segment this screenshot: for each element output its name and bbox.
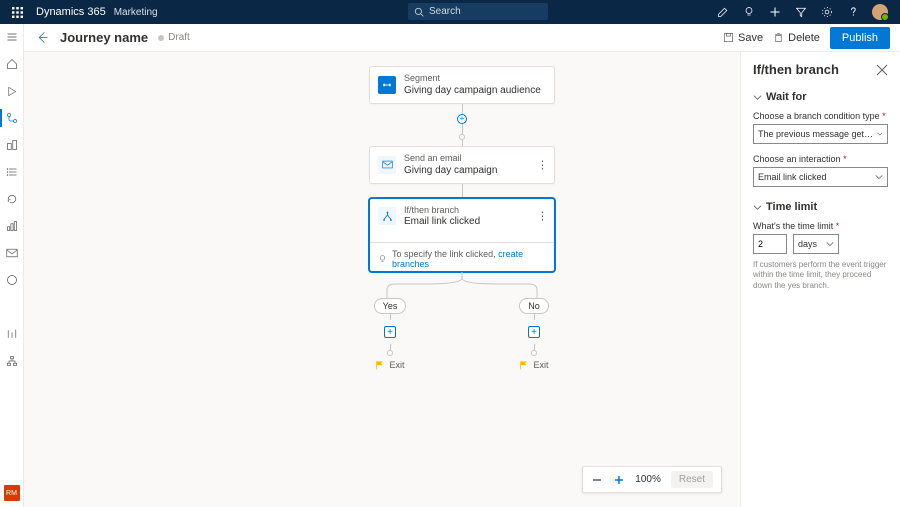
filter-icon[interactable] [794,5,808,19]
add-node-button[interactable]: + [457,114,467,124]
app-launcher-icon[interactable] [6,7,28,18]
topbar-actions [716,4,894,20]
delete-button[interactable]: Delete [773,32,820,44]
segment-icon [378,76,396,94]
node-more-icon[interactable]: ⋮ [537,158,548,171]
publish-button[interactable]: Publish [830,27,890,49]
condition-type-label: Choose a branch condition type * [753,111,888,121]
search-placeholder: Search [429,6,461,17]
refresh-icon[interactable] [5,192,19,206]
connector [462,184,463,198]
chevron-down-icon [753,93,762,102]
command-bar: Journey name Draft Save Delete Publish [24,24,900,52]
node-more-icon[interactable]: ⋮ [537,210,548,223]
node-type: If/then branch [404,205,480,216]
settings-icon[interactable] [820,5,834,19]
chevron-down-icon [877,130,883,138]
left-nav: RM [0,24,24,507]
email-icon [378,156,396,174]
node-send-email[interactable]: Send an email Giving day campaign ⋮ [369,146,555,184]
connector-dot [387,350,393,356]
analytics-icon[interactable] [5,327,19,341]
user-avatar[interactable] [872,4,888,20]
chevron-down-icon [753,203,762,212]
properties-panel: If/then branch Wait for Choose a branch … [740,52,900,507]
campaigns-icon[interactable] [5,138,19,152]
exit-node: Exit [375,360,404,370]
status-badge: Draft [158,32,190,43]
time-unit-select[interactable]: days [793,234,839,254]
branch-hint: To specify the link clicked, create bran… [370,242,554,271]
node-type: Segment [404,73,541,84]
node-type: Send an email [404,153,497,164]
global-search[interactable]: Search [408,3,548,20]
audience-icon[interactable] [5,273,19,287]
flag-icon [375,361,384,370]
spacer-icon [5,300,19,314]
lightbulb-icon[interactable] [742,5,756,19]
add-node-button[interactable]: + [384,326,396,338]
page-title: Journey name [60,30,148,45]
exit-node: Exit [519,360,548,370]
interaction-select[interactable]: Email link clicked [753,167,888,187]
flag-icon [519,361,528,370]
interaction-label: Choose an interaction * [753,154,888,164]
condition-type-select[interactable]: The previous message gets an interaction [753,124,888,144]
brand-label: Dynamics 365 [28,6,114,18]
time-value-input[interactable] [753,234,787,254]
zoom-reset-button[interactable]: Reset [671,471,713,488]
lightbulb-icon [378,254,387,264]
save-button[interactable]: Save [723,32,763,44]
no-pill[interactable]: No [519,298,549,314]
edit-icon[interactable] [716,5,730,19]
back-button[interactable] [34,30,50,46]
mail-icon[interactable] [5,246,19,260]
yes-pill[interactable]: Yes [374,298,407,314]
zoom-level: 100% [635,474,661,485]
zoom-control: 100% Reset [582,466,722,493]
branch-no: No + Exit [509,298,559,370]
add-node-button[interactable]: + [528,326,540,338]
top-bar: Dynamics 365 Marketing Search [0,0,900,24]
journeys-icon[interactable] [5,111,19,125]
chevron-down-icon [826,240,834,248]
branch-icon [378,207,396,225]
module-label: Marketing [114,7,158,18]
tree-icon[interactable] [5,354,19,368]
chevron-down-icon [875,173,883,181]
play-icon[interactable] [5,84,19,98]
node-if-then-branch[interactable]: If/then branch Email link clicked ⋮ To s… [369,198,555,273]
node-segment[interactable]: Segment Giving day campaign audience [369,66,555,104]
list-icon[interactable] [5,165,19,179]
connector-dot [531,350,537,356]
flow-container: Segment Giving day campaign audience + S… [365,66,559,370]
time-limit-help: If customers perform the event trigger w… [753,260,888,291]
time-limit-label: What's the time limit * [753,221,888,231]
zoom-in-button[interactable] [613,474,625,486]
branch-columns: Yes + Exit No + Exit [365,298,559,370]
user-badge[interactable]: RM [4,485,20,501]
section-time-limit[interactable]: Time limit [753,201,888,213]
section-wait-for[interactable]: Wait for [753,91,888,103]
node-title: Giving day campaign [404,164,497,177]
home-icon[interactable] [5,57,19,71]
branch-split-connector [365,272,559,298]
connector [462,104,463,114]
node-title: Giving day campaign audience [404,84,541,97]
close-panel-button[interactable] [876,64,888,76]
branch-yes: Yes + Exit [365,298,415,370]
menu-icon[interactable] [5,30,19,44]
help-icon[interactable] [846,5,860,19]
zoom-out-button[interactable] [591,474,603,486]
add-icon[interactable] [768,5,782,19]
connector [462,124,463,134]
connector [462,140,463,146]
panel-title: If/then branch [753,62,839,77]
chart-icon[interactable] [5,219,19,233]
node-title: Email link clicked [404,215,480,228]
